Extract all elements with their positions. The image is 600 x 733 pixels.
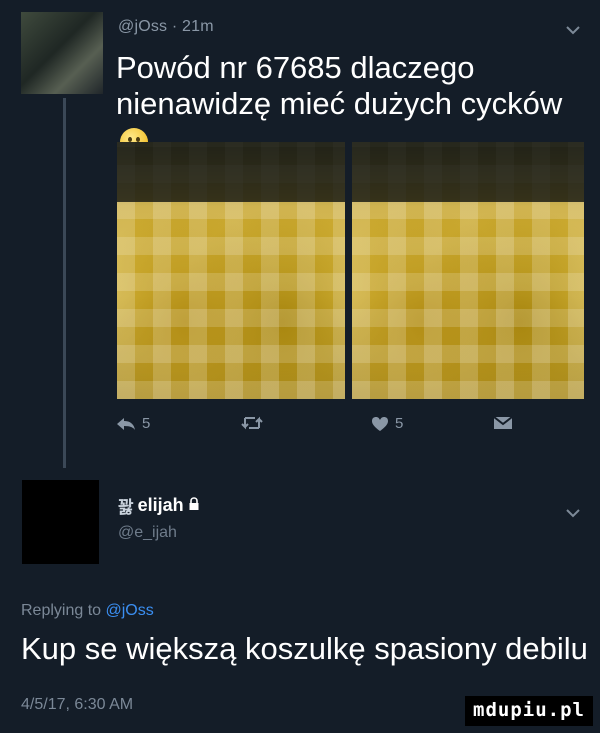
photo-shadow xyxy=(352,142,584,202)
name-prefix-glyph: 꽗 xyxy=(118,498,134,517)
reply-name-text: elijah xyxy=(137,495,184,515)
direct-message-icon xyxy=(493,415,513,431)
chevron-down-icon[interactable] xyxy=(566,505,580,523)
tweet-photo-left[interactable] xyxy=(117,142,345,399)
site-watermark: mdupiu.pl xyxy=(465,696,593,726)
replying-label: Replying to xyxy=(21,602,102,619)
replying-mention-link[interactable]: @jOss xyxy=(106,602,154,619)
tweet-photo-right[interactable] xyxy=(352,142,584,399)
like-button[interactable]: 5 xyxy=(371,415,403,432)
avatar[interactable] xyxy=(21,12,103,94)
reply-count: 5 xyxy=(142,415,151,432)
tweet-actions: 5 5 xyxy=(116,415,586,445)
direct-message-button[interactable] xyxy=(493,415,513,431)
photo-shadow xyxy=(117,142,345,202)
replying-to-line: Replying to @jOss xyxy=(21,602,154,620)
reply-timestamp: 4/5/17, 6:30 AM xyxy=(21,696,134,713)
retweet-icon xyxy=(241,415,263,431)
reply-handle[interactable]: @e_ijah xyxy=(118,524,177,542)
lock-icon xyxy=(188,495,200,516)
heart-icon xyxy=(371,416,389,432)
reply-text: Kup se większą koszulkę spasiony debilu xyxy=(21,631,588,666)
chevron-down-icon[interactable] xyxy=(566,22,580,40)
tweet-text-content: Powód nr 67685 dlaczego nienawidzę mieć … xyxy=(116,50,563,121)
reply-button[interactable]: 5 xyxy=(116,415,150,432)
retweet-button[interactable] xyxy=(241,415,263,431)
reply-icon xyxy=(116,417,136,431)
like-count: 5 xyxy=(395,415,404,432)
reply-avatar[interactable] xyxy=(22,480,99,564)
tweet-handle-time[interactable]: @jOss · 21m xyxy=(118,18,214,36)
thread-connector-line xyxy=(63,98,66,468)
reply-display-name[interactable]: 꽗 elijah xyxy=(118,493,200,518)
